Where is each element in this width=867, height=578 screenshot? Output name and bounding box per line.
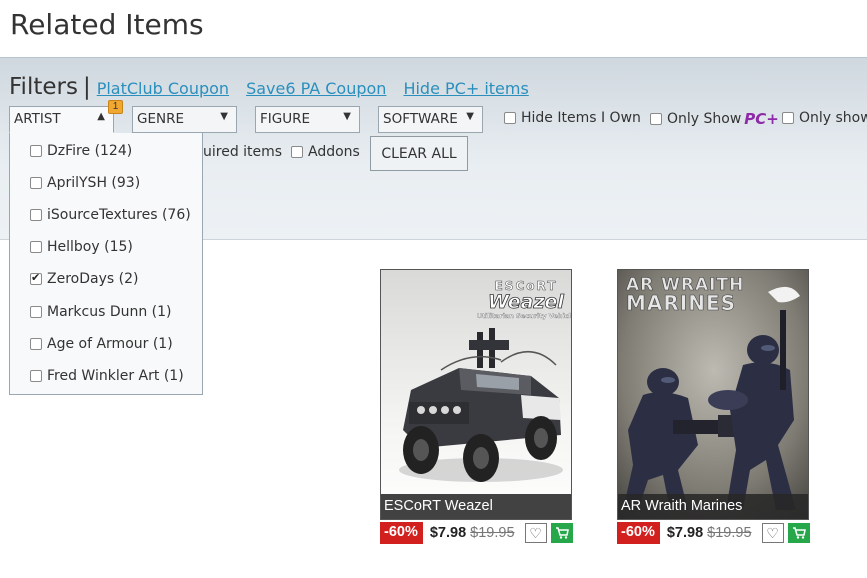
cart-icon[interactable] — [550, 523, 573, 543]
artist-option-label: Hellboy (15) — [47, 239, 133, 255]
cart-glyph — [555, 527, 569, 539]
price-row: -60% $7.98 $19.95 ♡ — [617, 522, 810, 544]
only-show-label: Only Show — [667, 111, 742, 127]
checkbox-box[interactable] — [30, 306, 42, 318]
discount-badge: -60% — [380, 522, 423, 544]
platclub-coupon-link[interactable]: PlatClub Coupon — [97, 79, 229, 98]
artist-option-label: DzFire (124) — [47, 143, 133, 159]
product-thumbnail[interactable]: AR WRAITH MARINES — [618, 270, 809, 520]
artist-option[interactable]: Markcus Dunn (1) — [30, 304, 172, 320]
checkbox-box[interactable] — [30, 241, 42, 253]
genre-dropdown[interactable]: GENRE ▼ — [132, 106, 237, 133]
figure-dropdown[interactable]: FIGURE ▼ — [255, 106, 360, 133]
caret-down-icon: ▼ — [343, 111, 351, 122]
checkbox-box[interactable] — [504, 112, 516, 124]
artist-dropdown-menu: DzFire (124) AprilYSH (93) iSourceTextur… — [9, 133, 203, 395]
sale-price: $7.98 — [666, 525, 704, 541]
checkbox-box[interactable] — [782, 112, 794, 124]
svg-text:Utilitarian Security Vehicle: Utilitarian Security Vehicle — [477, 312, 572, 320]
hide-owned-checkbox[interactable]: Hide Items I Own — [504, 110, 641, 126]
product-card[interactable]: ESCoRT Weazel Utilitarian Security Vehic… — [380, 269, 572, 520]
checkbox-box[interactable] — [30, 338, 42, 350]
artist-dropdown[interactable]: ARTIST ▲ — [9, 106, 114, 133]
only-show-pcplus-checkbox[interactable]: Only Show PC+ — [650, 110, 779, 128]
artist-option-label: Markcus Dunn (1) — [47, 304, 172, 320]
artist-option[interactable]: AprilYSH (93) — [30, 175, 140, 191]
addons-checkbox[interactable]: Addons — [291, 144, 360, 160]
heart-icon[interactable]: ♡ — [524, 523, 547, 543]
discount-badge: -60% — [617, 522, 660, 544]
page-title: Related Items — [10, 8, 204, 41]
checkbox-box[interactable] — [30, 209, 42, 221]
artist-option-label: ZeroDays (2) — [47, 271, 139, 287]
artist-option-label: Age of Armour (1) — [47, 336, 173, 352]
caret-down-icon: ▼ — [220, 111, 228, 122]
price-row: -60% $7.98 $19.95 ♡ — [380, 522, 573, 544]
artist-filter-count-badge: 1 — [108, 100, 123, 114]
original-price: $19.95 — [707, 525, 752, 541]
hide-pcplus-link[interactable]: Hide PC+ items — [403, 79, 528, 98]
checkbox-box[interactable] — [30, 145, 42, 157]
sale-price: $7.98 — [429, 525, 467, 541]
artist-option-selected[interactable]: ZeroDays (2) — [30, 271, 138, 287]
only-show-2-label: Only show — [799, 110, 867, 126]
filters-label: Filters — [9, 74, 78, 100]
addons-label: Addons — [308, 144, 360, 160]
product-thumbnail[interactable]: ESCoRT Weazel Utilitarian Security Vehic… — [381, 270, 572, 520]
software-dropdown-label: SOFTWARE — [383, 111, 458, 127]
cart-glyph — [792, 527, 806, 539]
software-dropdown[interactable]: SOFTWARE ▼ — [378, 106, 483, 133]
svg-text:Weazel: Weazel — [488, 291, 564, 313]
artist-option-label: Fred Winkler Art (1) — [47, 368, 184, 384]
original-price: $19.95 — [470, 525, 515, 541]
only-show-checkbox[interactable]: Only show — [782, 110, 867, 126]
checkbox-box[interactable] — [30, 370, 42, 382]
pcplus-logo: PC+ — [744, 110, 779, 128]
filters-header: Filters | PlatClub Coupon Save6 PA Coupo… — [9, 74, 546, 100]
filters-separator: | — [82, 74, 91, 100]
artist-option[interactable]: iSourceTextures (76) — [30, 207, 191, 223]
artist-option[interactable]: Hellboy (15) — [30, 239, 133, 255]
artist-option[interactable]: DzFire (124) — [30, 143, 132, 159]
clear-all-button[interactable]: CLEAR ALL — [370, 136, 468, 171]
artist-option[interactable]: Age of Armour (1) — [30, 336, 173, 352]
artist-option-label: AprilYSH (93) — [47, 175, 141, 191]
heart-icon[interactable]: ♡ — [761, 523, 784, 543]
checkbox-box[interactable] — [291, 146, 303, 158]
figure-dropdown-label: FIGURE — [260, 111, 310, 127]
hide-owned-label: Hide Items I Own — [521, 110, 641, 126]
product-title[interactable]: AR Wraith Marines — [618, 494, 808, 519]
artist-option[interactable]: Fred Winkler Art (1) — [30, 368, 184, 384]
artist-option-label: iSourceTextures (76) — [47, 207, 191, 223]
product-card[interactable]: AR WRAITH MARINES AR Wraith Marines — [617, 269, 809, 520]
product-title[interactable]: ESCoRT Weazel — [381, 494, 571, 519]
svg-text:MARINES: MARINES — [626, 291, 736, 315]
save6-coupon-link[interactable]: Save6 PA Coupon — [246, 79, 386, 98]
genre-dropdown-label: GENRE — [137, 111, 184, 127]
acquired-items-label: uired items — [203, 144, 283, 160]
checkbox-box[interactable] — [30, 177, 42, 189]
artist-dropdown-label: ARTIST — [14, 111, 61, 127]
page: Related Items Filters | PlatClub Coupon … — [0, 0, 867, 578]
caret-up-icon: ▲ — [97, 111, 105, 122]
cart-icon[interactable] — [787, 523, 810, 543]
caret-down-icon: ▼ — [466, 111, 474, 122]
checkbox-box-checked[interactable] — [30, 271, 42, 285]
checkbox-box[interactable] — [650, 113, 662, 125]
